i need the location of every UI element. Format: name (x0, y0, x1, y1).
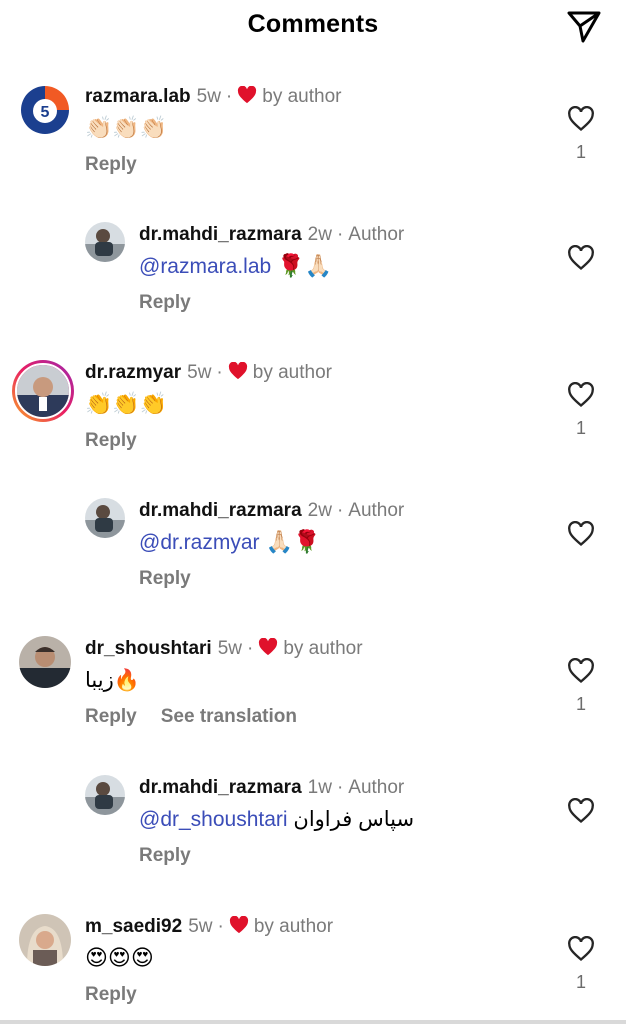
like-count: 1 (575, 694, 586, 714)
comment-time: 5w (217, 638, 242, 659)
heart-outline-icon[interactable] (567, 521, 595, 547)
like-control: 1 (566, 382, 596, 439)
separator-dot: · (336, 224, 344, 245)
comment-time: 2w (307, 500, 332, 521)
comment-text: 😍😍😍 (85, 945, 154, 970)
reply-content: سپاس فراوان (287, 808, 415, 831)
liked-by-author-label: by author (252, 362, 332, 383)
comment-time: 2w (307, 224, 332, 245)
comment-text: 👏👏👏 (85, 391, 168, 416)
like-count: 1 (575, 142, 586, 162)
avatar[interactable] (12, 360, 74, 422)
comment-item: 5 razmara.lab 5w · by author 👏🏻👏🏻👏🏻 Reply 1 (0, 84, 626, 194)
avatar[interactable] (19, 636, 71, 688)
separator-dot: · (336, 777, 344, 798)
avatar[interactable]: 5 (19, 84, 71, 136)
avatar[interactable] (85, 498, 125, 538)
like-control (566, 798, 596, 824)
comment-time: 5w (188, 916, 213, 937)
heart-outline-icon[interactable] (567, 658, 595, 684)
reply-button[interactable]: Reply (85, 430, 137, 451)
reply-item: dr.mahdi_razmara 2w · Author @dr.razmyar 🙏🏻… (0, 498, 626, 598)
mention-link[interactable]: @dr_shoushtari (139, 808, 288, 831)
heart-filled-icon (229, 916, 248, 934)
comment-time: 1w (307, 777, 332, 798)
comment-username[interactable]: dr.mahdi_razmara (139, 224, 302, 245)
reply-item: dr.mahdi_razmara 1w · Author @dr_shoushtari… (0, 775, 626, 875)
comment-text: 👏🏻👏🏻👏🏻 (85, 115, 168, 140)
avatar[interactable] (85, 775, 125, 815)
reply-text: @razmara.lab 🌹🙏🏻 (139, 253, 332, 279)
avatar[interactable] (85, 222, 125, 262)
mention-link[interactable]: @razmara.lab (139, 255, 271, 278)
reply-button[interactable]: Reply (139, 845, 191, 866)
reply-content: 🙏🏻🌹 (259, 529, 321, 554)
comment-username[interactable]: dr.mahdi_razmara (139, 777, 302, 798)
comment-item: dr.razmyar 5w · by author 👏👏👏 Reply 1 (0, 360, 626, 470)
author-role-label: Author (348, 777, 405, 798)
liked-by-author-label: by author (253, 916, 334, 937)
bottom-divider (0, 1020, 626, 1024)
like-count: 1 (575, 972, 586, 992)
heart-outline-icon[interactable] (567, 798, 595, 824)
separator-dot: · (247, 638, 254, 659)
comment-time: 5w (187, 362, 212, 383)
comment-text: 🔥زیبا (85, 669, 140, 692)
heart-filled-icon (259, 638, 278, 656)
reply-button[interactable]: Reply (85, 984, 137, 1005)
liked-by-author-label: by author (283, 638, 363, 659)
svg-text:5: 5 (41, 104, 50, 121)
heart-outline-icon[interactable] (567, 245, 595, 271)
comment-item: m_saedi92 5w · by author 😍😍😍 Reply 1 (0, 914, 626, 1024)
comment-username[interactable]: razmara.lab (85, 86, 191, 107)
mention-link[interactable]: @dr.razmyar (139, 531, 260, 554)
comment-username[interactable]: dr.mahdi_razmara (139, 500, 302, 521)
reply-text: @dr.razmyar 🙏🏻🌹 (139, 529, 320, 555)
separator-dot: · (216, 362, 223, 383)
page-title: Comments (247, 10, 379, 38)
heart-filled-icon (228, 362, 247, 380)
reply-text: @dr_shoushtari سپاس فراوان (139, 807, 414, 832)
heart-filled-icon (238, 86, 257, 104)
like-control: 1 (566, 658, 596, 715)
comments-header: Comments (0, 0, 626, 56)
reply-button[interactable]: Reply (85, 706, 137, 727)
reply-button[interactable]: Reply (139, 292, 191, 313)
comment-time: 5w (196, 86, 221, 107)
heart-outline-icon[interactable] (567, 936, 595, 962)
heart-outline-icon[interactable] (567, 382, 595, 408)
separator-dot: · (217, 916, 224, 937)
heart-outline-icon[interactable] (567, 106, 595, 132)
comment-username[interactable]: dr.razmyar (85, 362, 181, 383)
like-count: 1 (575, 418, 586, 438)
liked-by-author-label: by author (262, 86, 342, 107)
see-translation-button[interactable]: See translation (161, 706, 297, 727)
reply-content: 🌹🙏🏻 (271, 253, 333, 278)
like-control (566, 521, 596, 547)
like-control: 1 (566, 106, 596, 163)
separator-dot: · (336, 500, 344, 521)
paper-plane-icon[interactable] (564, 7, 604, 47)
comment-username[interactable]: dr_shoushtari (85, 638, 212, 659)
author-role-label: Author (348, 500, 405, 521)
author-role-label: Author (348, 224, 405, 245)
separator-dot: · (225, 86, 233, 107)
comment-username[interactable]: m_saedi92 (85, 916, 182, 937)
like-control: 1 (566, 936, 596, 993)
reply-button[interactable]: Reply (85, 154, 137, 175)
avatar[interactable] (19, 914, 71, 966)
reply-button[interactable]: Reply (139, 568, 191, 589)
reply-item: dr.mahdi_razmara 2w · Author @razmara.lab 🌹… (0, 222, 626, 322)
comment-item: dr_shoushtari 5w · by author 🔥زیبا Reply See… (0, 636, 626, 746)
like-control (566, 245, 596, 271)
